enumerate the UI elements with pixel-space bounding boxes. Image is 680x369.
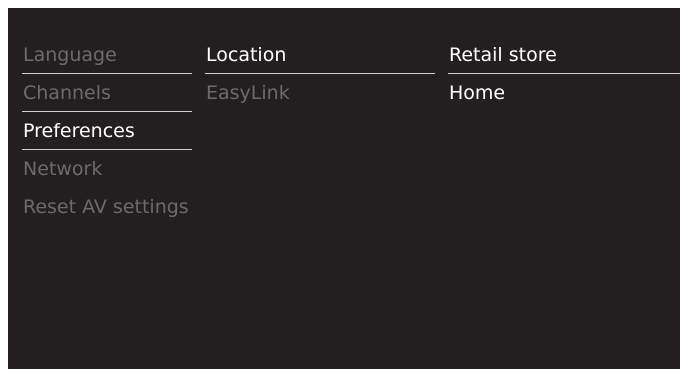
menu-item-network[interactable]: Network bbox=[22, 150, 192, 188]
menu-level-3: Retail store Home bbox=[448, 36, 680, 112]
menu-item-channels[interactable]: Channels bbox=[22, 74, 192, 112]
menu-item-reset-av-settings[interactable]: Reset AV settings bbox=[22, 188, 192, 226]
option-retail-store[interactable]: Retail store bbox=[448, 36, 680, 74]
menu-item-language[interactable]: Language bbox=[22, 36, 192, 74]
menu-level-1: Language Channels Preferences Network Re… bbox=[22, 36, 192, 226]
menu-level-2: Location EasyLink bbox=[205, 36, 435, 112]
option-home[interactable]: Home bbox=[448, 74, 680, 112]
menu-item-preferences[interactable]: Preferences bbox=[22, 112, 192, 150]
menu-item-easylink[interactable]: EasyLink bbox=[205, 74, 435, 112]
menu-item-location[interactable]: Location bbox=[205, 36, 435, 74]
tv-settings-screen: Language Channels Preferences Network Re… bbox=[8, 8, 680, 369]
